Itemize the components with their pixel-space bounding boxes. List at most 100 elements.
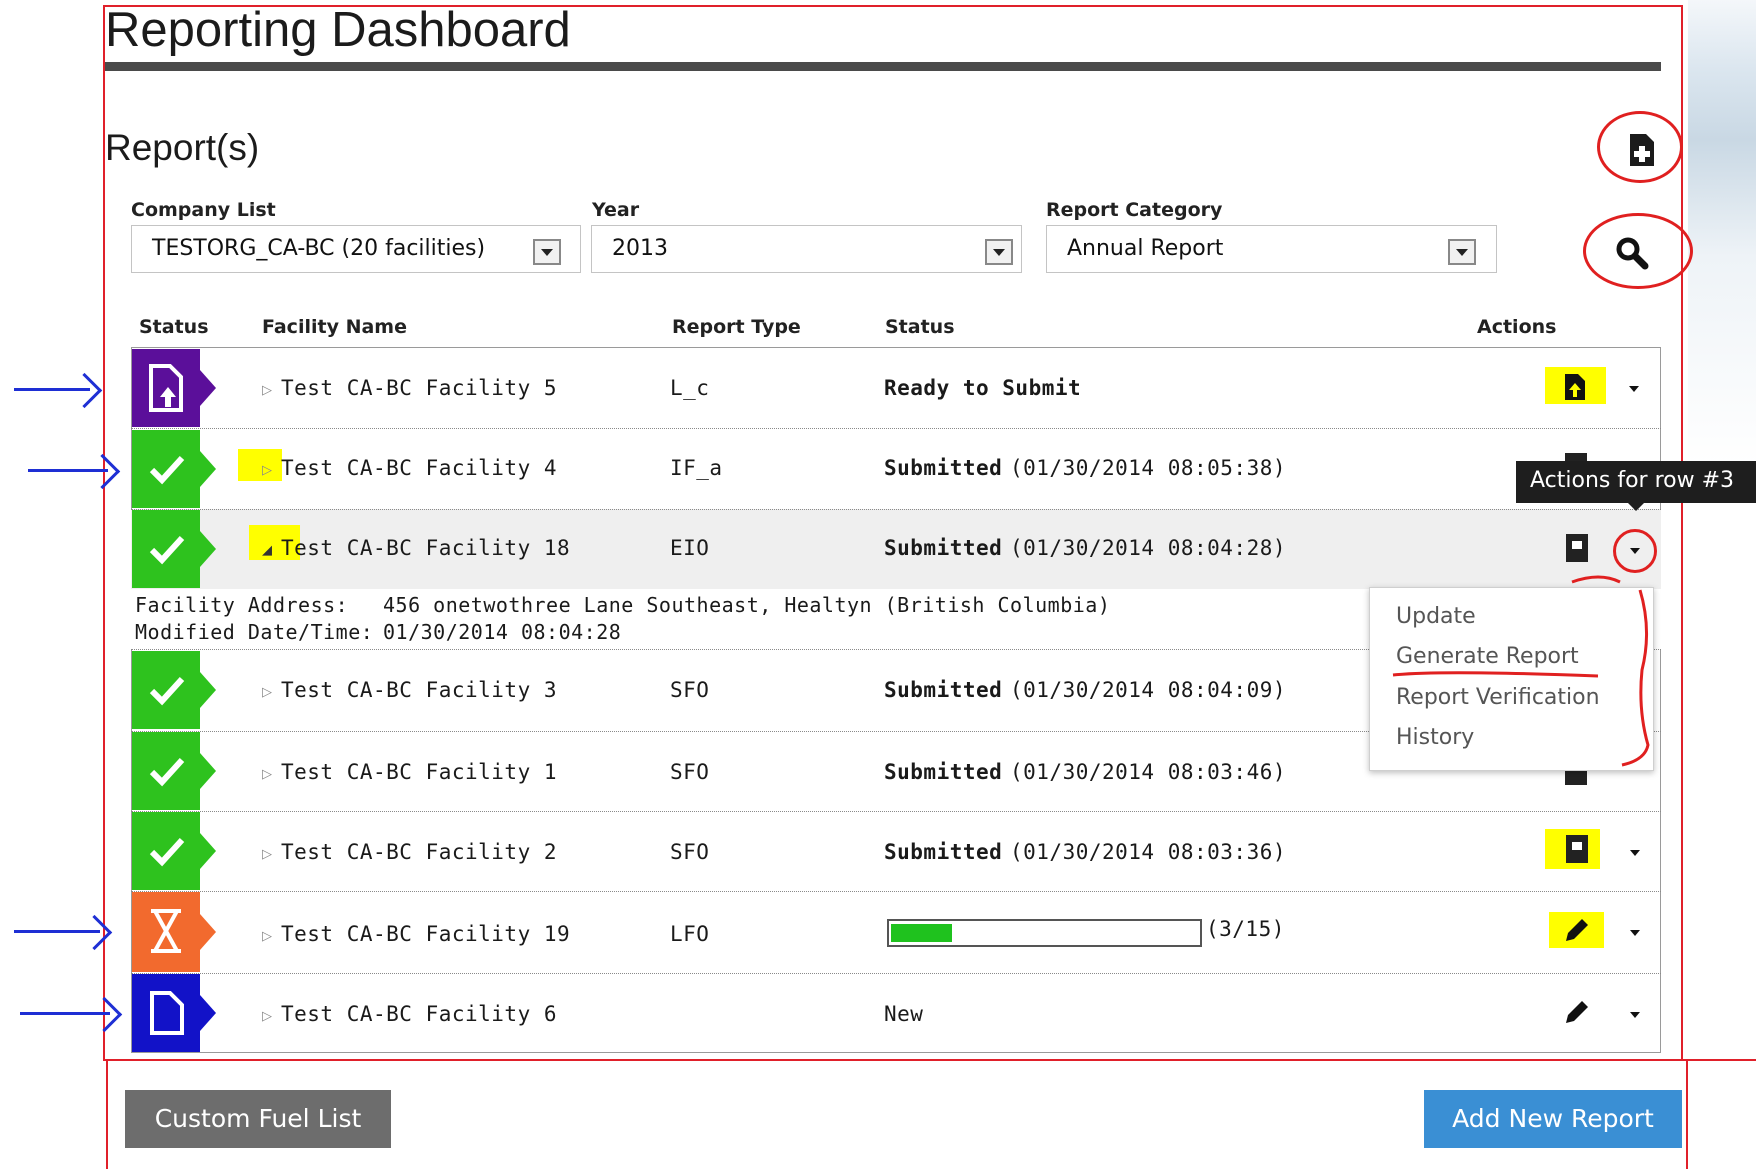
row-divider bbox=[131, 509, 1661, 510]
annotation-bracket bbox=[1392, 575, 1650, 767]
facility-name[interactable]: Test CA-BC Facility 2 bbox=[281, 840, 557, 864]
upload-icon bbox=[149, 364, 183, 412]
actions-dropdown-icon[interactable] bbox=[1630, 930, 1640, 936]
expand-row-icon[interactable]: ▷ bbox=[262, 463, 272, 478]
report-status: Submitted bbox=[884, 536, 1003, 560]
progress-count: (3/15) bbox=[1206, 917, 1285, 941]
progress-bar bbox=[887, 919, 1202, 947]
details-modified-label: Modified Date/Time: bbox=[135, 620, 374, 644]
company-select[interactable]: TESTORG_CA-BC (20 facilities) bbox=[131, 225, 581, 273]
submit-report-icon[interactable] bbox=[1563, 372, 1587, 402]
facility-name[interactable]: Test CA-BC Facility 5 bbox=[281, 376, 557, 400]
check-icon bbox=[149, 757, 185, 787]
search-icon bbox=[1616, 237, 1649, 270]
report-status-time: (01/30/2014 08:03:36) bbox=[1010, 840, 1287, 864]
facility-name[interactable]: Test CA-BC Facility 6 bbox=[281, 1002, 557, 1026]
custom-fuel-list-button[interactable]: Custom Fuel List bbox=[125, 1090, 391, 1148]
report-type: LFO bbox=[670, 922, 710, 946]
column-header-actions: Actions bbox=[1477, 316, 1557, 338]
expand-row-icon[interactable]: ▷ bbox=[262, 1009, 272, 1024]
column-header-facility[interactable]: Facility Name bbox=[262, 316, 407, 338]
section-title: Report(s) bbox=[105, 127, 260, 168]
report-type: SFO bbox=[670, 678, 710, 702]
category-value: Annual Report bbox=[1067, 236, 1224, 261]
expand-row-icon[interactable]: ▷ bbox=[262, 847, 272, 862]
report-status-time: (01/30/2014 08:05:38) bbox=[1010, 456, 1287, 480]
row-divider bbox=[131, 428, 1661, 429]
actions-dropdown-icon[interactable] bbox=[1630, 850, 1640, 856]
year-value: 2013 bbox=[612, 236, 668, 261]
company-value: TESTORG_CA-BC (20 facilities) bbox=[152, 236, 486, 261]
report-status-time: (01/30/2014 08:04:28) bbox=[1010, 536, 1287, 560]
details-address-label: Facility Address: bbox=[135, 593, 349, 617]
chevron-down-icon[interactable] bbox=[985, 239, 1013, 265]
annotation-highlight bbox=[238, 449, 282, 481]
report-status-time: (01/30/2014 08:04:09) bbox=[1010, 678, 1287, 702]
facility-name[interactable]: Test CA-BC Facility 19 bbox=[281, 922, 570, 946]
chevron-down-icon[interactable] bbox=[533, 239, 561, 265]
facility-name[interactable]: Test CA-BC Facility 18 bbox=[281, 536, 570, 560]
expand-row-icon[interactable]: ▷ bbox=[262, 767, 272, 782]
status-badge-submitted bbox=[132, 510, 216, 588]
edit-icon[interactable] bbox=[1562, 915, 1592, 945]
year-select[interactable]: 2013 bbox=[591, 225, 1022, 273]
row-divider bbox=[131, 973, 1661, 974]
actions-tooltip: Actions for row #3 bbox=[1516, 461, 1756, 511]
new-document-icon bbox=[1630, 134, 1654, 166]
report-type: IF_a bbox=[670, 456, 723, 480]
check-icon bbox=[149, 676, 185, 706]
hourglass-icon bbox=[151, 909, 181, 953]
facility-name[interactable]: Test CA-BC Facility 3 bbox=[281, 678, 557, 702]
company-label: Company List bbox=[131, 199, 276, 221]
report-type: L_c bbox=[670, 376, 710, 400]
report-status: Submitted bbox=[884, 760, 1003, 784]
status-badge-submitted bbox=[132, 651, 216, 729]
category-select[interactable]: Annual Report bbox=[1046, 225, 1497, 273]
column-header-report-type[interactable]: Report Type bbox=[672, 316, 801, 338]
report-icon[interactable] bbox=[1565, 834, 1589, 864]
category-label: Report Category bbox=[1046, 199, 1223, 221]
report-status: Submitted bbox=[884, 840, 1003, 864]
report-type: SFO bbox=[670, 840, 710, 864]
title-underline bbox=[105, 62, 1661, 71]
report-status: Ready to Submit bbox=[884, 376, 1082, 400]
report-type: SFO bbox=[670, 760, 710, 784]
details-modified-value: 01/30/2014 08:04:28 bbox=[383, 620, 622, 644]
add-new-report-button[interactable]: Add New Report bbox=[1424, 1090, 1682, 1148]
collapse-row-icon[interactable]: ◢ bbox=[262, 543, 272, 558]
facility-name[interactable]: Test CA-BC Facility 1 bbox=[281, 760, 557, 784]
report-icon[interactable] bbox=[1565, 533, 1589, 563]
chevron-down-icon[interactable] bbox=[1448, 239, 1476, 265]
status-badge-in-progress bbox=[132, 892, 216, 972]
status-badge-new bbox=[132, 974, 216, 1052]
row-divider bbox=[131, 891, 1661, 892]
facility-name[interactable]: Test CA-BC Facility 4 bbox=[281, 456, 557, 480]
edit-icon[interactable] bbox=[1562, 997, 1592, 1027]
report-status: New bbox=[884, 1002, 924, 1026]
actions-dropdown-icon[interactable] bbox=[1630, 1012, 1640, 1018]
status-badge-submitted bbox=[132, 732, 216, 810]
details-address-value: 456 onetwothree Lane Southeast, Healtyn … bbox=[383, 593, 1111, 617]
year-label: Year bbox=[592, 199, 640, 221]
progress-fill bbox=[891, 924, 952, 942]
check-icon bbox=[149, 535, 185, 565]
expand-row-icon[interactable]: ▷ bbox=[262, 929, 272, 944]
annotation-line bbox=[1688, 1059, 1756, 1061]
new-report-button[interactable] bbox=[1622, 130, 1662, 170]
column-header-report-status[interactable]: Status bbox=[885, 316, 955, 338]
tooltip-text: Actions for row #3 bbox=[1530, 468, 1735, 493]
report-status: Submitted bbox=[884, 678, 1003, 702]
status-badge-submitted bbox=[132, 430, 216, 508]
column-header-status[interactable]: Status bbox=[139, 316, 209, 338]
background-scenery bbox=[1688, 0, 1756, 1165]
actions-dropdown-icon[interactable] bbox=[1630, 548, 1640, 554]
expand-row-icon[interactable]: ▷ bbox=[262, 383, 272, 398]
search-button[interactable] bbox=[1612, 233, 1652, 273]
expand-row-icon[interactable]: ▷ bbox=[262, 685, 272, 700]
page-title: Reporting Dashboard bbox=[105, 3, 571, 57]
report-status: Submitted bbox=[884, 456, 1003, 480]
check-icon bbox=[149, 837, 185, 867]
row-divider bbox=[131, 811, 1661, 812]
document-icon bbox=[150, 991, 184, 1035]
actions-dropdown-icon[interactable] bbox=[1629, 386, 1639, 392]
